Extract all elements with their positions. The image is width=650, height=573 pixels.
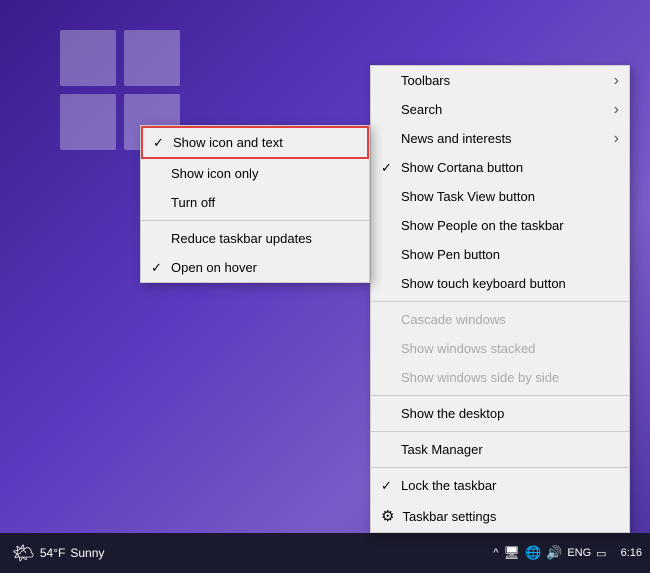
toolbars-label: Toolbars	[401, 73, 450, 88]
menu-item-show-icon-only[interactable]: Show icon only	[141, 159, 369, 188]
lock-taskbar-check: ✓	[381, 478, 392, 494]
context-menu-main: Toolbars Search News and interests ✓ Sho…	[370, 65, 630, 533]
menu-item-lock-taskbar[interactable]: ✓ Lock the taskbar	[371, 471, 629, 500]
weather-icon: 🌤	[12, 543, 35, 564]
weather-temp: 54°F	[40, 546, 65, 560]
touch-keyboard-label: Show touch keyboard button	[401, 276, 566, 291]
turn-off-label: Turn off	[171, 195, 215, 210]
weather-condition: Sunny	[70, 546, 104, 560]
people-label: Show People on the taskbar	[401, 218, 564, 233]
cortana-label: Show Cortana button	[401, 160, 523, 175]
systray-icons: ^ 🖥 🌐 🔊 ENG ▭	[493, 545, 606, 561]
caret-icon[interactable]: ^	[493, 547, 498, 559]
open-on-hover-check: ✓	[151, 260, 162, 276]
show-icon-only-label: Show icon only	[171, 166, 258, 181]
task-manager-label: Task Manager	[401, 442, 483, 457]
lang-label[interactable]: ENG	[567, 547, 591, 559]
volume-icon[interactable]: 🔊	[546, 545, 562, 561]
context-menu-sub: ✓ Show icon and text Show icon only Turn…	[140, 125, 370, 283]
network-icon[interactable]: 🌐	[525, 545, 541, 561]
side-by-side-label: Show windows side by side	[401, 370, 559, 385]
menu-item-stacked: Show windows stacked	[371, 334, 629, 363]
stacked-label: Show windows stacked	[401, 341, 535, 356]
news-interests-label: News and interests	[401, 131, 512, 146]
taskbar-settings-label: Taskbar settings	[402, 509, 496, 524]
menu-item-taskbar-settings[interactable]: ⚙ Taskbar settings	[371, 500, 629, 532]
open-on-hover-label: Open on hover	[171, 260, 257, 275]
lock-taskbar-label: Lock the taskbar	[401, 478, 496, 493]
divider-4	[371, 467, 629, 468]
show-desktop-label: Show the desktop	[401, 406, 504, 421]
search-label: Search	[401, 102, 442, 117]
taskview-label: Show Task View button	[401, 189, 535, 204]
sub-divider-1	[141, 220, 369, 221]
system-tray: ^ 🖥 🌐 🔊 ENG ▭ 6:16	[493, 545, 642, 561]
show-icon-text-check: ✓	[153, 135, 164, 151]
show-icon-text-label: Show icon and text	[173, 135, 283, 150]
menu-item-task-manager[interactable]: Task Manager	[371, 435, 629, 464]
menu-item-pen[interactable]: Show Pen button	[371, 240, 629, 269]
menu-item-touch-keyboard[interactable]: Show touch keyboard button	[371, 269, 629, 298]
divider-2	[371, 395, 629, 396]
menu-item-cascade: Cascade windows	[371, 305, 629, 334]
desktop-icon[interactable]: ▭	[596, 547, 606, 560]
menu-item-news-interests[interactable]: News and interests	[371, 124, 629, 153]
cortana-check: ✓	[381, 160, 392, 176]
pen-label: Show Pen button	[401, 247, 500, 262]
menu-item-open-on-hover[interactable]: ✓ Open on hover	[141, 253, 369, 282]
taskbar-weather[interactable]: 🌤 54°F Sunny	[12, 543, 104, 564]
menu-item-search[interactable]: Search	[371, 95, 629, 124]
notification-icon[interactable]: 🖥	[503, 545, 520, 561]
desktop: Toolbars Search News and interests ✓ Sho…	[0, 0, 650, 573]
menu-item-people[interactable]: Show People on the taskbar	[371, 211, 629, 240]
menu-item-show-cortana[interactable]: ✓ Show Cortana button	[371, 153, 629, 182]
taskbar-time: 6:16	[621, 546, 642, 560]
cascade-label: Cascade windows	[401, 312, 506, 327]
taskbar: 🌤 54°F Sunny ^ 🖥 🌐 🔊 ENG ▭ 6:16	[0, 533, 650, 573]
reduce-updates-label: Reduce taskbar updates	[171, 231, 312, 246]
menu-item-turn-off[interactable]: Turn off	[141, 188, 369, 217]
menu-item-toolbars[interactable]: Toolbars	[371, 66, 629, 95]
divider-1	[371, 301, 629, 302]
menu-item-show-desktop[interactable]: Show the desktop	[371, 399, 629, 428]
divider-3	[371, 431, 629, 432]
menu-item-taskview[interactable]: Show Task View button	[371, 182, 629, 211]
menu-item-reduce-updates[interactable]: Reduce taskbar updates	[141, 224, 369, 253]
menu-item-side-by-side: Show windows side by side	[371, 363, 629, 392]
gear-icon: ⚙	[381, 507, 394, 525]
menu-item-show-icon-text[interactable]: ✓ Show icon and text	[141, 126, 369, 159]
